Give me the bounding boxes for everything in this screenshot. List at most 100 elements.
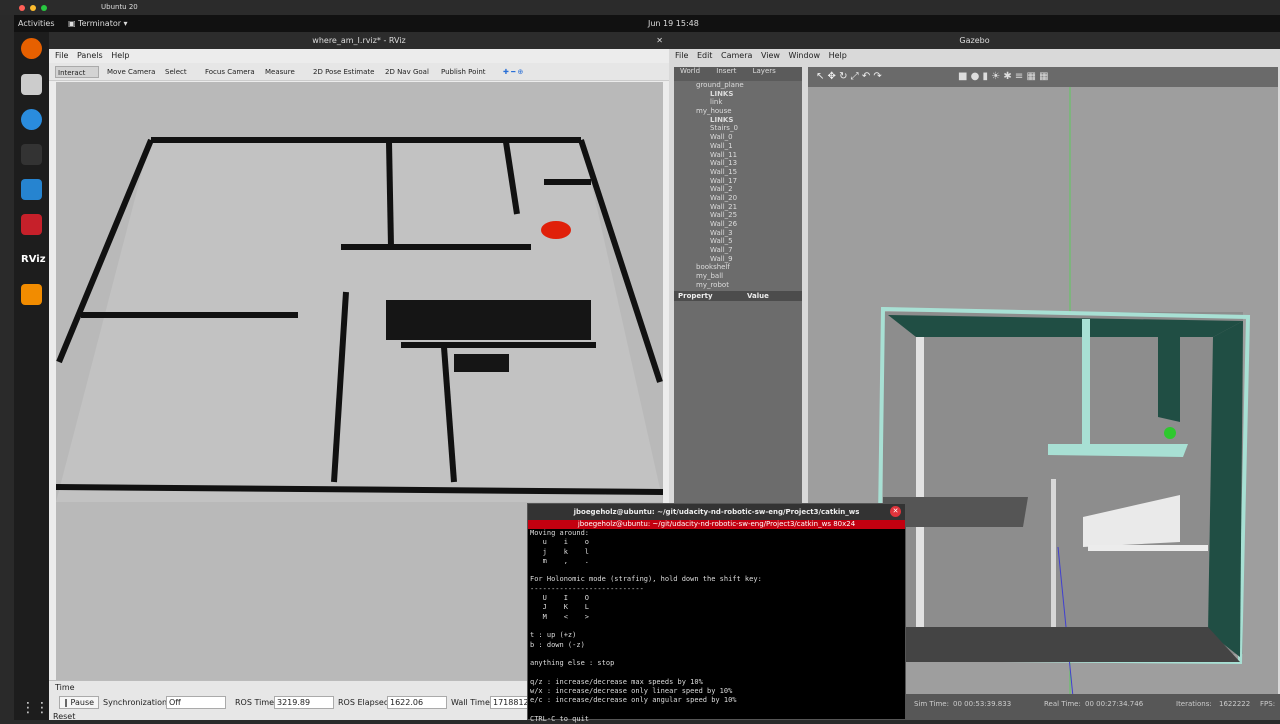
menu-file[interactable]: File — [55, 51, 68, 60]
rviz-icon[interactable]: RViz — [21, 249, 46, 270]
tool-select[interactable]: Select — [163, 66, 187, 78]
gazebo-title: Gazebo — [959, 36, 990, 45]
terminal-dock-icon[interactable] — [21, 144, 42, 165]
tree-item[interactable]: link — [710, 98, 802, 107]
tree-item[interactable]: my_house — [696, 107, 802, 116]
ros-elapsed-field[interactable]: 1622.06 — [387, 696, 447, 709]
tree-item[interactable]: ground_plane — [696, 81, 802, 90]
sim-time-label: Sim Time: — [914, 700, 949, 708]
gz-menu-view[interactable]: View — [761, 51, 780, 60]
app-menu[interactable]: ▣ Terminator ▾ — [68, 19, 128, 28]
tool-focus-camera[interactable]: Focus Camera — [203, 66, 255, 78]
tree-item[interactable]: my_ball — [696, 272, 802, 281]
show-apps-icon[interactable]: ⋮⋮ — [21, 698, 49, 719]
tree-item[interactable]: Wall_3 — [710, 229, 802, 238]
tree-item[interactable]: my_robot — [696, 281, 802, 290]
rviz-titlebar: where_am_I.rviz* - RViz ✕ — [49, 32, 669, 49]
tree-item[interactable]: Wall_25 — [710, 211, 802, 220]
ros-time-field[interactable]: 3219.89 — [274, 696, 334, 709]
terminal-titlebar: jboegeholz@ubuntu: ~/git/udacity-nd-robo… — [528, 504, 905, 520]
terminal-close-icon[interactable]: ✕ — [890, 506, 901, 517]
vscode-icon[interactable] — [21, 179, 42, 200]
tree-item[interactable]: LINKS — [710, 116, 802, 125]
gazebo-titlebar: Gazebo — [669, 32, 1280, 49]
ros-time-label: ROS Time: — [235, 698, 277, 707]
robot-marker — [541, 221, 571, 239]
gazebo-toolbar: ↖ ✥ ↻ ⤢ ↶ ↷ ■ ● ▮ ☀ ✱ ≡ ▦ ▦ — [808, 67, 1278, 87]
rviz-close-icon[interactable]: ✕ — [656, 32, 663, 49]
tree-item[interactable]: Wall_0 — [710, 133, 802, 142]
wall-time-label: Wall Time: — [451, 698, 493, 707]
tree-item[interactable]: Wall_13 — [710, 159, 802, 168]
menu-help[interactable]: Help — [111, 51, 129, 60]
fps-label: FPS: — [1260, 700, 1276, 708]
minimize-dot-icon[interactable] — [30, 5, 36, 11]
sync-select[interactable]: Off — [166, 696, 226, 709]
property-header: Property Value — [674, 291, 802, 301]
close-dot-icon[interactable] — [19, 5, 25, 11]
tree-item[interactable]: Wall_1 — [710, 142, 802, 151]
dock: RViz ⋮⋮ — [14, 32, 49, 720]
tree-item[interactable]: Stairs_0 — [710, 124, 802, 133]
gazebo-icon[interactable] — [21, 284, 42, 305]
terminal-tab[interactable]: jboegeholz@ubuntu: ~/git/udacity-nd-robo… — [528, 520, 905, 529]
sync-label: Synchronization: — [103, 698, 170, 707]
clock[interactable]: Jun 19 15:48 — [648, 19, 699, 28]
gz-menu-window[interactable]: Window — [788, 51, 820, 60]
tree-item[interactable]: Wall_5 — [710, 237, 802, 246]
ros-elapsed-label: ROS Elapsed: — [338, 698, 392, 707]
rviz-menubar: File Panels Help — [49, 49, 669, 63]
rviz-title: where_am_I.rviz* - RViz — [312, 36, 406, 45]
real-time-value: 00 00:27:34.746 — [1085, 700, 1144, 708]
zoom-add-icon[interactable]: ✚ ━ ⊕ — [501, 66, 523, 78]
model-tree: ground_plane LINKS link my_house LINKS S… — [674, 81, 802, 291]
gz-menu-file[interactable]: File — [675, 51, 688, 60]
iterations-value: 1622222 — [1219, 700, 1251, 708]
pause-button[interactable]: ‖ Pause — [59, 696, 100, 709]
tree-item[interactable]: Wall_26 — [710, 220, 802, 229]
tree-item[interactable]: Wall_17 — [710, 177, 802, 186]
tree-item[interactable]: Wall_20 — [710, 194, 802, 203]
shape-icons[interactable]: ■ ● ▮ ☀ ✱ ≡ ▦ ▦ — [958, 71, 1049, 82]
help-icon[interactable] — [21, 109, 42, 130]
tree-item[interactable]: Wall_9 — [710, 255, 802, 264]
gz-menu-help[interactable]: Help — [829, 51, 847, 60]
firefox-icon[interactable] — [21, 38, 42, 59]
tab-insert[interactable]: Insert — [716, 67, 736, 75]
menu-panels[interactable]: Panels — [77, 51, 103, 60]
tree-item[interactable]: Wall_15 — [710, 168, 802, 177]
tree-item[interactable]: LINKS — [710, 90, 802, 99]
activities-button[interactable]: Activities — [18, 19, 55, 28]
files-icon[interactable] — [21, 74, 42, 95]
gz-menu-camera[interactable]: Camera — [721, 51, 752, 60]
vm-title: Ubuntu 20 — [101, 3, 138, 11]
wall-time-field[interactable]: 17188120 — [490, 696, 528, 709]
iterations-label: Iterations: — [1176, 700, 1212, 708]
time-header: Time — [55, 683, 75, 692]
terminal-window[interactable]: jboegeholz@ubuntu: ~/git/udacity-nd-robo… — [527, 503, 906, 723]
tool-move-camera[interactable]: Move Camera — [105, 66, 155, 78]
tool-2d-nav-goal[interactable]: 2D Nav Goal — [383, 66, 429, 78]
tree-item[interactable]: Wall_7 — [710, 246, 802, 255]
tool-interact[interactable]: Interact — [55, 66, 99, 78]
tree-item[interactable]: Wall_21 — [710, 203, 802, 212]
rviz-toolbar: Interact Move Camera Select Focus Camera… — [49, 63, 669, 81]
terminal-title: jboegeholz@ubuntu: ~/git/udacity-nd-robo… — [573, 508, 860, 516]
tool-2d-pose-estimate[interactable]: 2D Pose Estimate — [311, 66, 374, 78]
tree-item[interactable]: Wall_2 — [710, 185, 802, 194]
gz-menu-edit[interactable]: Edit — [697, 51, 713, 60]
gazebo-menubar: File Edit Camera View Window Help — [669, 49, 1280, 63]
sim-time-value: 00 00:53:39.833 — [953, 700, 1012, 708]
tree-item[interactable]: bookshelf — [696, 263, 802, 272]
terminal-output: Moving around: u i o j k l m , . For Hol… — [530, 529, 762, 723]
tool-publish-point[interactable]: Publish Point — [439, 66, 486, 78]
terminator-icon[interactable] — [21, 214, 42, 235]
tool-measure[interactable]: Measure — [263, 66, 295, 78]
select-mode-icon[interactable]: ↖ ✥ ↻ ⤢ ↶ ↷ — [816, 71, 882, 82]
zoom-dot-icon[interactable] — [41, 5, 47, 11]
tab-world[interactable]: World — [680, 67, 700, 75]
tree-item[interactable]: Wall_11 — [710, 151, 802, 160]
tab-layers[interactable]: Layers — [753, 67, 776, 75]
real-time-label: Real Time: — [1044, 700, 1081, 708]
ubuntu-top-bar: Activities ▣ Terminator ▾ Jun 19 15:48 — [14, 15, 1280, 32]
